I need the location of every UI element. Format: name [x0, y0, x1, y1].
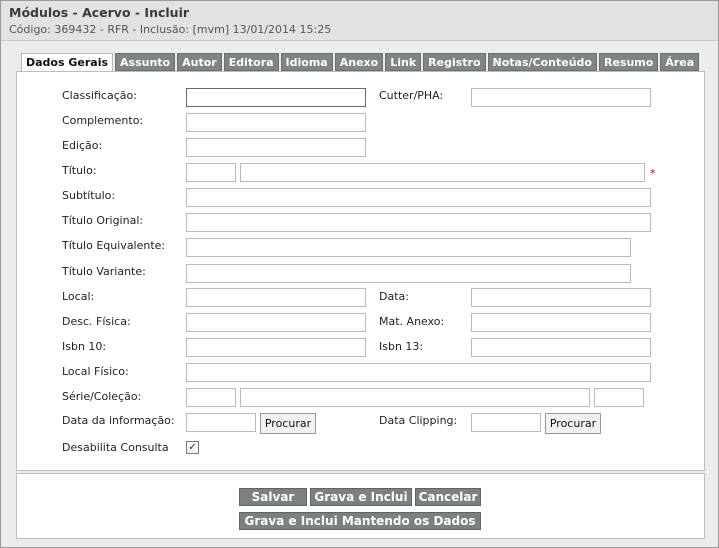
- tab-area[interactable]: Área: [660, 53, 700, 71]
- subtitulo-label: Subtítulo:: [62, 189, 116, 202]
- tab-dados-gerais[interactable]: Dados Gerais: [21, 53, 114, 72]
- local-fisico-input[interactable]: [186, 363, 651, 382]
- desabilita-consulta-label: Desabilita Consulta: [62, 441, 169, 454]
- titulo-original-input[interactable]: [186, 213, 651, 232]
- titulo-variante-label: Título Variante:: [62, 265, 146, 278]
- titulo-input[interactable]: [240, 163, 645, 182]
- tab-link[interactable]: Link: [385, 53, 422, 71]
- isbn10-label: Isbn 10:: [62, 340, 107, 353]
- acervo-include-window: Módulos - Acervo - Incluir Código: 36943…: [0, 0, 719, 548]
- serie-colecao-label: Série/Coleção:: [62, 390, 142, 403]
- mat-anexo-input[interactable]: [471, 313, 651, 332]
- classificacao-input[interactable]: [186, 88, 366, 107]
- data-label: Data:: [379, 290, 409, 303]
- form-panel: Classificação: Cutter/PHA: Complemento: …: [16, 71, 705, 471]
- cutter-label: Cutter/PHA:: [379, 89, 444, 102]
- data-input[interactable]: [471, 288, 651, 307]
- tab-idioma[interactable]: Idioma: [280, 53, 333, 71]
- salvar-button[interactable]: Salvar: [239, 488, 307, 506]
- tab-autor[interactable]: Autor: [177, 53, 222, 71]
- data-informacao-label: Data da informação:: [62, 414, 175, 427]
- desabilita-consulta-checkbox[interactable]: ✓: [186, 441, 199, 454]
- action-bar: Salvar Grava e Inclui Cancelar Grava e I…: [16, 473, 705, 539]
- local-input[interactable]: [186, 288, 366, 307]
- edicao-input[interactable]: [186, 138, 366, 157]
- data-clipping-label: Data Clipping:: [379, 414, 458, 427]
- tab-editora[interactable]: Editora: [223, 53, 279, 71]
- procurar-data-informacao-button[interactable]: Procurar: [260, 413, 316, 434]
- serie-prefix-input[interactable]: [186, 388, 236, 407]
- local-label: Local:: [62, 290, 95, 303]
- edicao-label: Edição:: [62, 139, 103, 152]
- serie-numero-input[interactable]: [594, 388, 644, 407]
- local-fisico-label: Local Físico:: [62, 365, 129, 378]
- window-header: Módulos - Acervo - Incluir Código: 36943…: [1, 1, 718, 41]
- complemento-label: Complemento:: [62, 114, 144, 127]
- classificacao-label: Classificação:: [62, 89, 137, 102]
- record-info: Código: 369432 - RFR - Inclusão: [mvm] 1…: [9, 23, 332, 36]
- tab-resumo[interactable]: Resumo: [598, 53, 659, 71]
- data-informacao-input[interactable]: [186, 413, 256, 432]
- grava-e-inclui-mantendo-button[interactable]: Grava e Inclui Mantendo os Dados: [239, 512, 481, 530]
- titulo-original-label: Título Original:: [62, 214, 144, 227]
- cancelar-button[interactable]: Cancelar: [415, 488, 481, 506]
- page-title: Módulos - Acervo - Incluir: [9, 5, 190, 20]
- cutter-input[interactable]: [471, 88, 651, 107]
- tab-anexo[interactable]: Anexo: [334, 53, 384, 71]
- tab-notas-conteudo[interactable]: Notas/Conteúdo: [487, 53, 597, 71]
- isbn10-input[interactable]: [186, 338, 366, 357]
- required-mark: *: [650, 167, 656, 180]
- desc-fisica-label: Desc. Física:: [62, 315, 131, 328]
- titulo-variante-input[interactable]: [186, 264, 631, 283]
- titulo-label: Título:: [62, 164, 97, 177]
- procurar-data-clipping-button[interactable]: Procurar: [545, 413, 601, 434]
- grava-e-inclui-button[interactable]: Grava e Inclui: [310, 488, 412, 506]
- mat-anexo-label: Mat. Anexo:: [379, 315, 445, 328]
- complemento-input[interactable]: [186, 113, 366, 132]
- titulo-equivalente-input[interactable]: [186, 238, 631, 257]
- titulo-equivalente-label: Título Equivalente:: [62, 239, 166, 252]
- tab-bar: Dados Gerais Assunto Autor Editora Idiom…: [21, 53, 701, 72]
- titulo-prefix-input[interactable]: [186, 163, 236, 182]
- subtitulo-input[interactable]: [186, 188, 651, 207]
- isbn13-input[interactable]: [471, 338, 651, 357]
- serie-colecao-input[interactable]: [240, 388, 590, 407]
- desc-fisica-input[interactable]: [186, 313, 366, 332]
- tab-registro[interactable]: Registro: [423, 53, 486, 71]
- data-clipping-input[interactable]: [471, 413, 541, 432]
- tab-assunto[interactable]: Assunto: [115, 53, 176, 71]
- isbn13-label: Isbn 13:: [379, 340, 424, 353]
